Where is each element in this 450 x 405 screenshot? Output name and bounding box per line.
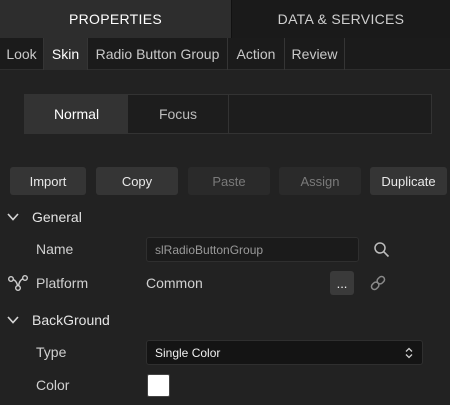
- select-caret-icon: [405, 347, 413, 359]
- tab-properties[interactable]: PROPERTIES: [0, 0, 231, 38]
- name-input[interactable]: slRadioButtonGroup: [146, 237, 359, 262]
- import-button[interactable]: Import: [10, 167, 86, 195]
- platform-label: Platform: [36, 275, 89, 291]
- assign-button[interactable]: Assign: [279, 167, 361, 195]
- platform-value: Common: [146, 275, 203, 291]
- copy-button[interactable]: Copy: [96, 167, 178, 195]
- tab-review[interactable]: Review: [285, 38, 345, 70]
- state-tab-normal[interactable]: Normal: [25, 95, 128, 133]
- background-section-header[interactable]: BackGround: [0, 308, 110, 332]
- tab-action[interactable]: Action: [228, 38, 285, 70]
- tab-skin[interactable]: Skin: [44, 38, 88, 70]
- paste-button[interactable]: Paste: [188, 167, 270, 195]
- duplicate-button[interactable]: Duplicate: [370, 167, 447, 195]
- general-section-title: General: [32, 209, 82, 225]
- state-tab-focus[interactable]: Focus: [128, 95, 229, 133]
- chevron-down-icon: [7, 316, 19, 324]
- general-section-header[interactable]: General: [0, 205, 82, 229]
- name-label: Name: [36, 241, 74, 257]
- sub-tab-bar: Look Skin Radio Button Group Action Revi…: [0, 38, 450, 70]
- background-section-title: BackGround: [32, 312, 110, 328]
- color-swatch[interactable]: [147, 374, 170, 397]
- type-label: Type: [36, 344, 67, 360]
- background-type-select[interactable]: Single Color: [146, 340, 423, 365]
- platform-branch-icon: [8, 275, 28, 291]
- link-icon[interactable]: [368, 273, 388, 293]
- tab-data-services[interactable]: DATA & SERVICES: [231, 0, 450, 38]
- tab-radio-button-group[interactable]: Radio Button Group: [88, 38, 228, 70]
- tab-look[interactable]: Look: [0, 38, 44, 70]
- skin-state-bar: Normal Focus: [24, 94, 432, 134]
- platform-more-button[interactable]: ...: [330, 271, 354, 295]
- background-type-value: Single Color: [155, 345, 221, 360]
- top-tab-bar: PROPERTIES DATA & SERVICES: [0, 0, 450, 38]
- chevron-down-icon: [7, 213, 19, 221]
- search-icon[interactable]: [373, 241, 390, 258]
- color-label: Color: [36, 377, 70, 393]
